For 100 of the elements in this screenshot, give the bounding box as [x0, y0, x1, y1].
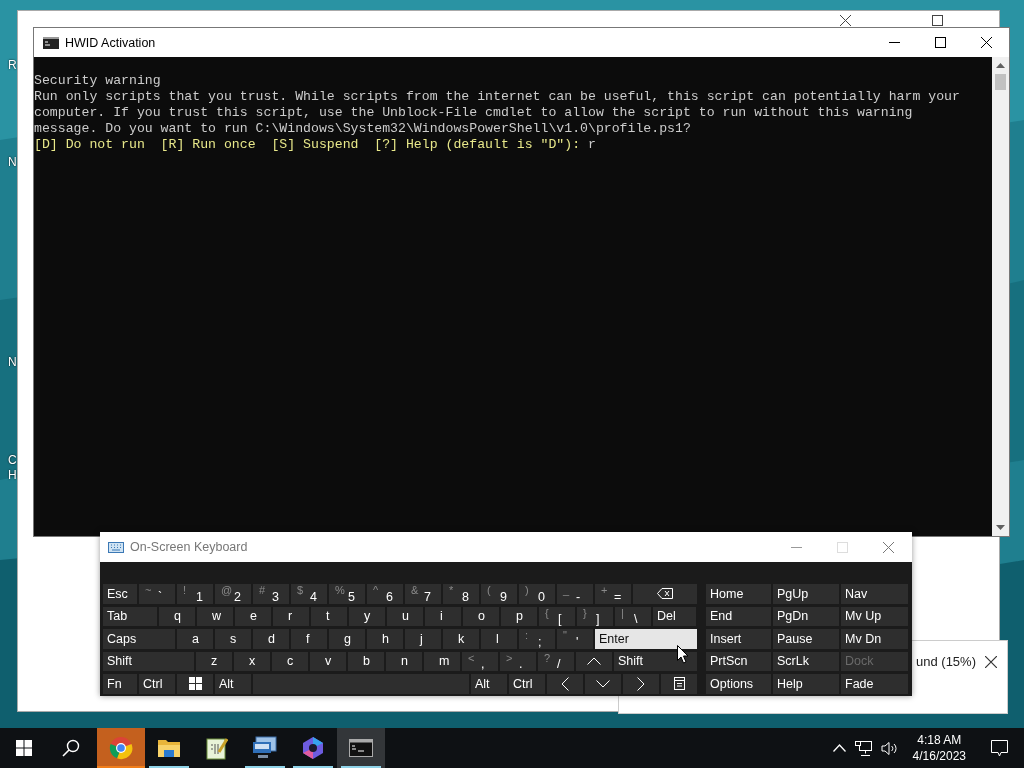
keyboard-key[interactable]: Fade: [840, 673, 909, 695]
keyboard-key[interactable]: m: [423, 650, 461, 672]
speaker-icon[interactable]: [880, 740, 898, 756]
menu-key[interactable]: [660, 673, 698, 695]
scroll-up-icon[interactable]: [996, 63, 1005, 68]
keyboard-key[interactable]: Options: [705, 673, 772, 695]
keyboard-key[interactable]: ^ 6: [366, 583, 404, 605]
scroll-thumb[interactable]: [995, 74, 1006, 90]
keyboard-key[interactable]: x: [233, 650, 271, 672]
close-icon[interactable]: [981, 37, 992, 48]
keyboard-key[interactable]: } ]: [576, 605, 614, 627]
keyboard-key[interactable]: Insert: [705, 628, 772, 650]
keyboard-key[interactable]: < ,: [461, 650, 499, 672]
keyboard-key[interactable]: Shift: [613, 650, 698, 672]
caret-icon[interactable]: [832, 744, 846, 752]
keyboard-key[interactable]: End: [705, 605, 772, 627]
keyboard-key[interactable]: & 7: [404, 583, 442, 605]
maximize-icon[interactable]: [935, 37, 946, 48]
keyboard-key[interactable]: Del: [652, 605, 697, 627]
search-icon[interactable]: [62, 739, 80, 757]
close-icon[interactable]: [985, 656, 997, 668]
keyboard-key[interactable]: ! 1: [176, 583, 214, 605]
keyboard-key[interactable]: PgDn: [772, 605, 840, 627]
desktop-icon-label[interactable]: N: [8, 155, 17, 169]
keyboard-key[interactable]: Mv Dn: [840, 628, 909, 650]
keyboard-key[interactable]: { [: [538, 605, 576, 627]
keyboard-key[interactable]: Pause: [772, 628, 840, 650]
desktop-icon-label[interactable]: R: [8, 58, 17, 72]
keyboard-key[interactable]: Mv Up: [840, 605, 909, 627]
keyboard-key[interactable]: ) 0: [518, 583, 556, 605]
keyboard-key[interactable]: u: [386, 605, 424, 627]
scrollbar[interactable]: [992, 57, 1009, 536]
keyboard-key[interactable]: f: [290, 628, 328, 650]
keyboard-key[interactable]: Shift: [102, 650, 195, 672]
keyboard-key[interactable]: d: [252, 628, 290, 650]
keyboard-key[interactable]: q: [158, 605, 196, 627]
keyboard-key[interactable]: o: [462, 605, 500, 627]
keyboard-key[interactable]: Home: [705, 583, 772, 605]
keyboard-key[interactable]: _ -: [556, 583, 594, 605]
keyboard-key[interactable]: : ;: [518, 628, 556, 650]
keyboard-key[interactable]: # 3: [252, 583, 290, 605]
keyboard-key[interactable]: s: [214, 628, 252, 650]
keyboard-key[interactable]: * 8: [442, 583, 480, 605]
keyboard-key[interactable]: r: [272, 605, 310, 627]
minimize-icon[interactable]: [791, 546, 802, 548]
keyboard-key[interactable]: k: [442, 628, 480, 650]
keyboard-key[interactable]: j: [404, 628, 442, 650]
keyboard-key[interactable]: Alt: [214, 673, 252, 695]
keyboard-key[interactable]: w: [196, 605, 234, 627]
keyboard-key[interactable]: ( 9: [480, 583, 518, 605]
keyboard-key[interactable]: " ': [556, 628, 594, 650]
keyboard-key[interactable]: y: [348, 605, 386, 627]
keyboard-key[interactable]: @2: [214, 583, 252, 605]
desktop-icon-label[interactable]: H: [8, 468, 17, 482]
desktop-icon-label[interactable]: N: [8, 355, 17, 369]
scroll-down-icon[interactable]: [996, 525, 1005, 530]
keyboard-key[interactable]: Help: [772, 673, 840, 695]
keyboard-key[interactable]: > .: [499, 650, 537, 672]
keyboard-key[interactable]: Caps: [102, 628, 176, 650]
keyboard-key[interactable]: n: [385, 650, 423, 672]
keyboard-key[interactable]: h: [366, 628, 404, 650]
keyboard-key[interactable]: e: [234, 605, 272, 627]
keyboard-key[interactable]: Tab: [102, 605, 158, 627]
keyboard-key[interactable]: p: [500, 605, 538, 627]
keyboard-key[interactable]: Esc: [102, 583, 138, 605]
keyboard-key[interactable]: PgUp: [772, 583, 840, 605]
windows-key[interactable]: [176, 673, 214, 695]
keyboard-key[interactable]: v: [309, 650, 347, 672]
start-icon[interactable]: [16, 740, 32, 756]
keyboard-key[interactable]: Ctrl: [138, 673, 176, 695]
keyboard-key[interactable]: z: [195, 650, 233, 672]
keyboard-key[interactable]: Fn: [102, 673, 138, 695]
keyboard-key[interactable]: PrtScn: [705, 650, 772, 672]
keyboard-key[interactable]: Nav: [840, 583, 909, 605]
network-icon[interactable]: [854, 740, 872, 756]
keyboard-key[interactable]: c: [271, 650, 309, 672]
keyboard-key[interactable]: $ 4: [290, 583, 328, 605]
keyboard-key[interactable]: % 5: [328, 583, 366, 605]
keyboard-key[interactable]: | \: [614, 605, 652, 627]
keyboard-key[interactable]: i: [424, 605, 462, 627]
keyboard-key[interactable]: Ctrl: [508, 673, 546, 695]
taskbar-app[interactable]: [337, 728, 385, 768]
clock-date[interactable]: 4/16/2023: [912, 748, 966, 764]
keyboard-key[interactable]: + =: [594, 583, 632, 605]
keyboard-key[interactable]: b: [347, 650, 385, 672]
close-icon[interactable]: [840, 15, 851, 26]
desktop-icon-label[interactable]: C: [8, 453, 17, 467]
keyboard-key[interactable]: a: [176, 628, 214, 650]
keyboard-key[interactable]: l: [480, 628, 518, 650]
maximize-icon[interactable]: [932, 15, 943, 26]
keyboard-key[interactable]: Enter: [594, 628, 698, 650]
keyboard-key[interactable]: ? /: [537, 650, 575, 672]
keyboard-key[interactable]: ScrLk: [772, 650, 840, 672]
keyboard-key[interactable]: g: [328, 628, 366, 650]
keyboard-key[interactable]: t: [310, 605, 348, 627]
clock-time[interactable]: 4:18 AM: [917, 732, 962, 748]
keyboard-key[interactable]: ~ `: [138, 583, 176, 605]
notification-icon[interactable]: [991, 739, 1008, 757]
keyboard-key[interactable]: Alt: [470, 673, 508, 695]
backspace-key[interactable]: [632, 583, 698, 605]
